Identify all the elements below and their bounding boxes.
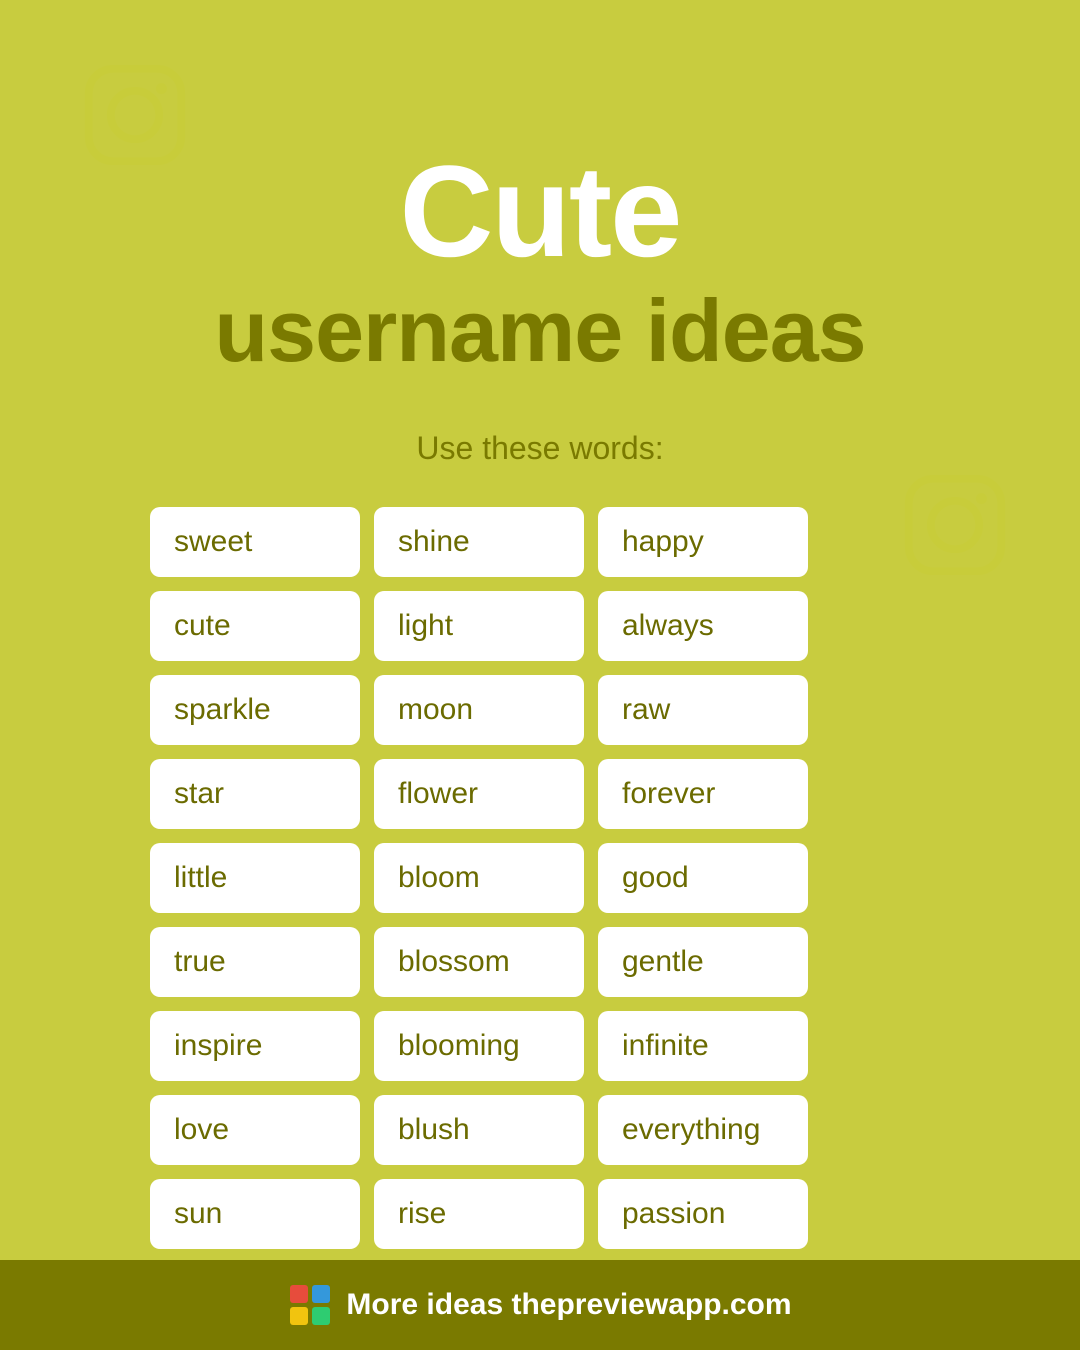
- title-section: Cute username ideas: [214, 140, 865, 380]
- words-grid: sweet shine happy cute light always spar…: [150, 507, 930, 1249]
- instagram-icon-topleft: [80, 60, 190, 170]
- instagram-icon-bottomright: [900, 470, 1010, 580]
- word-bloom: bloom: [374, 843, 584, 913]
- word-sparkle: sparkle: [150, 675, 360, 745]
- preview-app-logo: [288, 1283, 332, 1327]
- word-gentle: gentle: [598, 927, 808, 997]
- title-username-ideas: username ideas: [214, 283, 865, 380]
- word-rise: rise: [374, 1179, 584, 1249]
- word-little: little: [150, 843, 360, 913]
- word-moon: moon: [374, 675, 584, 745]
- word-cute: cute: [150, 591, 360, 661]
- word-everything: everything: [598, 1095, 808, 1165]
- word-sweet: sweet: [150, 507, 360, 577]
- word-blush: blush: [374, 1095, 584, 1165]
- word-true: true: [150, 927, 360, 997]
- footer: More ideas thepreviewapp.com: [0, 1260, 1080, 1350]
- page-container: Cute username ideas Use these words: swe…: [0, 0, 1080, 1350]
- word-raw: raw: [598, 675, 808, 745]
- word-always: always: [598, 591, 808, 661]
- word-blossom: blossom: [374, 927, 584, 997]
- word-infinite: infinite: [598, 1011, 808, 1081]
- word-passion: passion: [598, 1179, 808, 1249]
- word-good: good: [598, 843, 808, 913]
- word-blooming: blooming: [374, 1011, 584, 1081]
- word-light: light: [374, 591, 584, 661]
- word-shine: shine: [374, 507, 584, 577]
- subtitle: Use these words:: [416, 430, 663, 467]
- word-sun: sun: [150, 1179, 360, 1249]
- word-star: star: [150, 759, 360, 829]
- word-happy: happy: [598, 507, 808, 577]
- word-flower: flower: [374, 759, 584, 829]
- word-inspire: inspire: [150, 1011, 360, 1081]
- word-love: love: [150, 1095, 360, 1165]
- footer-text: More ideas thepreviewapp.com: [346, 1288, 791, 1322]
- word-forever: forever: [598, 759, 808, 829]
- title-cute: Cute: [214, 140, 865, 283]
